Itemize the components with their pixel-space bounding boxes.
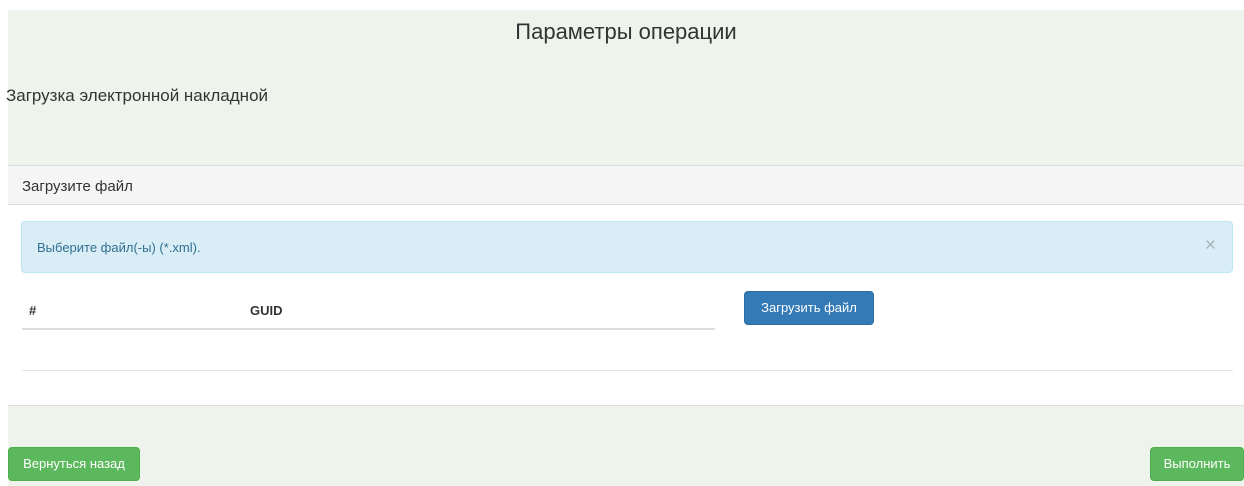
divider bbox=[22, 370, 1233, 371]
files-table: # GUID bbox=[22, 300, 715, 330]
close-icon[interactable]: × bbox=[1205, 236, 1216, 255]
upload-panel: Загрузите файл Выберите файл(-ы) (*.xml)… bbox=[8, 165, 1244, 406]
upload-file-button[interactable]: Загрузить файл bbox=[744, 291, 874, 325]
back-button[interactable]: Вернуться назад bbox=[8, 447, 140, 481]
operation-subtitle: Загрузка электронной накладной bbox=[6, 86, 269, 105]
column-header-guid: GUID bbox=[250, 303, 283, 318]
column-header-number: # bbox=[29, 303, 37, 318]
panel-heading: Загрузите файл bbox=[8, 166, 1244, 205]
page-title: Параметры операции bbox=[515, 19, 737, 44]
run-button[interactable]: Выполнить bbox=[1150, 447, 1244, 481]
alert-text: Выберите файл(-ы) (*.xml). bbox=[37, 240, 201, 255]
info-alert: Выберите файл(-ы) (*.xml). × bbox=[21, 221, 1233, 273]
